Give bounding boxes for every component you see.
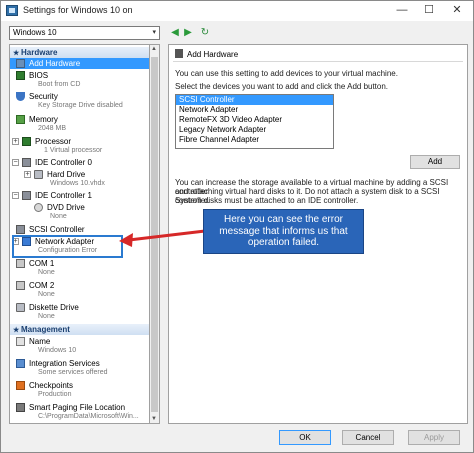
disk-icon [34, 170, 43, 179]
collapse-tree-icon[interactable]: − [12, 159, 19, 166]
maximize-button[interactable]: ☐ [416, 1, 442, 21]
checkpoint-icon [16, 381, 25, 390]
tree-item-ide-controller-0[interactable]: − IDE Controller 0 [10, 157, 149, 168]
tree-item-detail: C:\ProgramData\Microsoft\Win... [38, 413, 139, 420]
management-header-label: Management [21, 325, 70, 334]
tree-item-detail: Boot from CD [38, 81, 81, 88]
management-section-header[interactable]: ★ Management [10, 324, 149, 335]
callout-line: operation failed. [247, 237, 320, 248]
tree-item-detail: Windows 10 [38, 347, 77, 354]
refresh-icon[interactable]: ↻ [199, 26, 211, 39]
dvd-icon [34, 203, 43, 212]
tree-item-detail: None [38, 291, 55, 298]
services-icon [16, 359, 25, 368]
scroll-down-icon[interactable]: ▼ [151, 416, 157, 422]
cancel-button[interactable]: Cancel [342, 430, 394, 445]
processor-icon [22, 137, 31, 146]
vm-select-value: Windows 10 [13, 28, 57, 37]
hardware-header-label: Hardware [21, 48, 58, 57]
callout-line: Here you can see the error [224, 214, 343, 225]
add-button[interactable]: Add [410, 155, 460, 169]
tree-item-com1[interactable]: COM 1 [10, 258, 149, 269]
com-icon [16, 281, 25, 290]
panel-title-label: Add Hardware [187, 50, 239, 59]
tree-item-dvd-drive[interactable]: DVD Drive [10, 202, 149, 213]
tree-item-label: IDE Controller 0 [35, 158, 92, 167]
chip-icon [16, 71, 25, 80]
tree-item-diskette-drive[interactable]: Diskette Drive [10, 302, 149, 313]
device-listbox[interactable]: SCSI Controller Network Adapter RemoteFX… [175, 94, 334, 149]
tree-item-detail: Windows 10.vhdx [50, 180, 105, 187]
tree-item-detail: None [38, 269, 55, 276]
collapse-tree-icon[interactable]: − [12, 192, 19, 199]
device-option[interactable]: RemoteFX 3D Video Adapter [176, 115, 333, 125]
paging-icon [16, 403, 25, 412]
tree-item-label: Add Hardware [29, 59, 81, 68]
tree-item-label: IDE Controller 1 [35, 191, 92, 200]
tree-item-detail: Key Storage Drive disabled [38, 102, 123, 109]
diskette-icon [16, 303, 25, 312]
vm-select-dropdown[interactable]: Windows 10 ▾ [9, 26, 160, 40]
name-icon [16, 337, 25, 346]
minimize-button[interactable]: — [389, 1, 415, 21]
tree-item-label: SCSI Controller [29, 225, 85, 234]
back-arrow-icon[interactable]: ◀ [169, 26, 181, 39]
com-icon [16, 259, 25, 268]
panel-intro-text: You can use this setting to add devices … [175, 69, 398, 78]
apply-button[interactable]: Apply [408, 430, 460, 445]
controller-icon [16, 225, 25, 234]
tree-item-com2[interactable]: COM 2 [10, 280, 149, 291]
tree-item-add-hardware[interactable]: Add Hardware [10, 58, 149, 69]
add-hardware-icon [16, 59, 25, 68]
tree-item-detail: 1 Virtual processor [44, 147, 103, 154]
settings-window: Settings for Windows 10 on — ☐ ✕ Windows… [0, 0, 474, 453]
settings-app-icon [6, 5, 18, 16]
device-option[interactable]: Fibre Channel Adapter [176, 135, 333, 145]
add-hardware-icon [175, 49, 183, 58]
tree-item-detail: 2048 MB [38, 125, 67, 132]
panel-title: Add Hardware [175, 49, 238, 59]
callout-line: message that informs us that [219, 225, 348, 237]
chevron-down-icon: ▾ [152, 29, 156, 36]
title-bar: Settings for Windows 10 on — ☐ ✕ [1, 1, 473, 21]
panel-divider [173, 61, 463, 62]
collapse-icon: ★ [13, 327, 20, 334]
expand-icon[interactable]: + [12, 138, 19, 145]
ok-button[interactable]: OK [279, 430, 331, 445]
controller-icon [22, 158, 31, 167]
hardware-section-header[interactable]: ★ Hardware [10, 47, 149, 58]
memory-icon [16, 115, 25, 124]
tree-item-detail: Some services offered [38, 369, 108, 376]
window-title: Settings for Windows 10 on [23, 5, 133, 15]
close-button[interactable]: ✕ [444, 1, 470, 21]
tree-item-detail: None [38, 313, 55, 320]
shield-icon [16, 92, 25, 101]
controller-icon [22, 191, 31, 200]
scroll-up-icon[interactable]: ▲ [151, 46, 157, 52]
forward-arrow-icon[interactable]: ▶ [182, 26, 194, 39]
tree-item-detail: Production [38, 391, 72, 398]
tree-item-checkpoints[interactable]: Checkpoints [10, 380, 149, 391]
device-option[interactable]: Network Adapter [176, 105, 333, 115]
device-option[interactable]: SCSI Controller [176, 95, 333, 105]
panel-info-text: System disks must be attached to an IDE … [175, 196, 359, 205]
tree-item-name[interactable]: Name [10, 336, 149, 347]
panel-instruction-text: Select the devices you want to add and c… [175, 82, 389, 91]
tree-item-ide-controller-1[interactable]: − IDE Controller 1 [10, 190, 149, 201]
network-adapter-highlight [12, 235, 123, 258]
expand-icon[interactable]: + [24, 171, 31, 178]
device-option[interactable]: Legacy Network Adapter [176, 125, 333, 135]
error-callout: Here you can see the error message that … [203, 209, 364, 254]
tree-item-detail: None [50, 213, 67, 220]
tree-item-memory[interactable]: Memory [10, 114, 149, 125]
callout-arrow [119, 229, 206, 247]
